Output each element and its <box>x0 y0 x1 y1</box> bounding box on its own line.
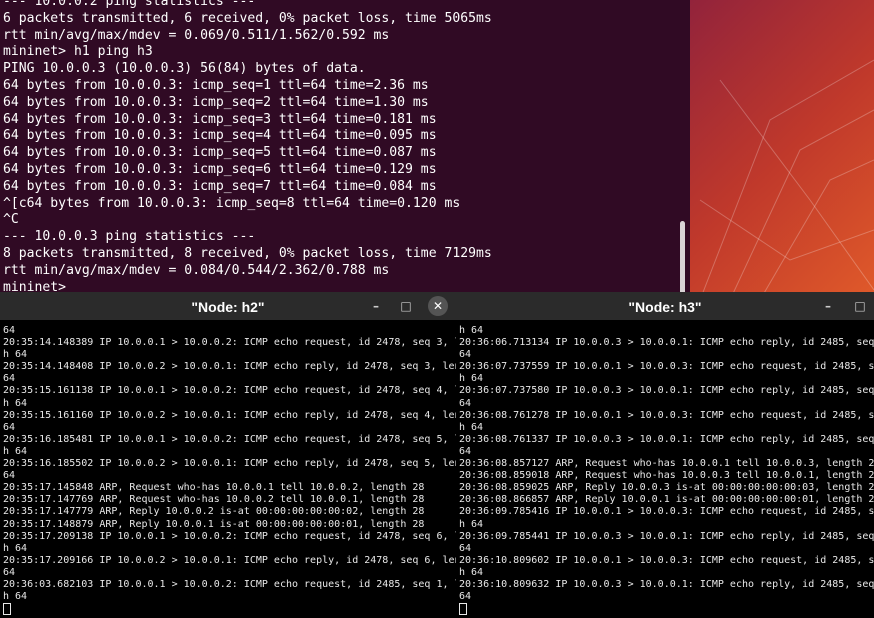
main-terminal-output: --- 10.0.0.2 ping statistics --- 6 packe… <box>0 0 690 296</box>
xterm-node-h3[interactable]: "Node: h3" – □ h 64 20:36:06.713134 IP 1… <box>456 292 874 618</box>
terminal-line: h 64 <box>3 591 28 603</box>
terminal-line: 64 <box>3 470 16 482</box>
terminal-line: 20:35:14.148389 IP 10.0.0.1 > 10.0.0.2: … <box>3 337 456 349</box>
terminal-line: ^[c64 bytes from 10.0.0.3: icmp_seq=8 tt… <box>3 195 461 211</box>
terminal-line: 20:35:16.185481 IP 10.0.0.1 > 10.0.0.2: … <box>3 433 456 445</box>
terminal-line: 64 bytes from 10.0.0.3: icmp_seq=1 ttl=6… <box>3 77 429 93</box>
terminal-line: 20:36:09.785441 IP 10.0.0.3 > 10.0.0.1: … <box>459 530 874 542</box>
h3-maximize-button[interactable]: □ <box>850 296 870 316</box>
terminal-line: 20:35:17.209138 IP 10.0.0.1 > 10.0.0.2: … <box>3 530 456 542</box>
terminal-line: 20:35:15.161160 IP 10.0.0.2 > 10.0.0.1: … <box>3 409 456 421</box>
terminal-line: h 64 <box>3 542 28 554</box>
h3-minimize-button[interactable]: – <box>818 296 838 316</box>
terminal-line: 64 bytes from 10.0.0.3: icmp_seq=3 ttl=6… <box>3 111 437 127</box>
terminal-line: 20:35:17.148879 ARP, Reply 10.0.0.1 is-a… <box>3 518 425 530</box>
terminal-line: 64 <box>3 325 16 336</box>
terminal-line: --- 10.0.0.2 ping statistics --- <box>3 0 256 9</box>
terminal-line: 64 <box>459 445 472 457</box>
terminal-line: 64 <box>3 373 16 385</box>
terminal-line: 20:36:09.785416 IP 10.0.0.1 > 10.0.0.3: … <box>459 506 874 518</box>
h2-titlebar[interactable]: "Node: h2" – □ ✕ <box>0 292 456 320</box>
terminal-line: rtt min/avg/max/mdev = 0.084/0.544/2.362… <box>3 262 390 278</box>
terminal-line: 20:36:08.761278 IP 10.0.0.1 > 10.0.0.3: … <box>459 409 874 421</box>
terminal-line: h 64 <box>459 373 484 385</box>
terminal-line: 20:35:16.185502 IP 10.0.0.2 > 10.0.0.1: … <box>3 458 456 470</box>
terminal-line: rtt min/avg/max/mdev = 0.069/0.511/1.562… <box>3 27 390 43</box>
terminal-line: PING 10.0.0.3 (10.0.0.3) 56(84) bytes of… <box>3 61 366 77</box>
terminal-line: 20:36:06.713134 IP 10.0.0.3 > 10.0.0.1: … <box>459 337 874 349</box>
xterm-node-h2[interactable]: "Node: h2" – □ ✕ 64 20:35:14.148389 IP 1… <box>0 292 456 618</box>
h2-window-title: "Node: h2" <box>191 299 265 315</box>
terminal-line: 64 bytes from 10.0.0.3: icmp_seq=7 ttl=6… <box>3 178 437 194</box>
terminal-line: h 64 <box>459 518 484 530</box>
terminal-line: h 64 <box>459 566 484 578</box>
terminal-line: 64 bytes from 10.0.0.3: icmp_seq=2 ttl=6… <box>3 94 429 110</box>
h3-terminal-content[interactable]: h 64 20:36:06.713134 IP 10.0.0.3 > 10.0.… <box>456 325 874 618</box>
terminal-line: 20:35:17.145848 ARP, Request who-has 10.… <box>3 482 425 494</box>
h3-window-title: "Node: h3" <box>628 299 702 315</box>
terminal-line: 20:36:07.737559 IP 10.0.0.1 > 10.0.0.3: … <box>459 361 874 373</box>
terminal-line: 64 bytes from 10.0.0.3: icmp_seq=5 ttl=6… <box>3 145 437 161</box>
terminal-line: h 64 <box>3 445 28 457</box>
terminal-line: 64 bytes from 10.0.0.3: icmp_seq=4 ttl=6… <box>3 128 437 144</box>
terminal-line: 20:36:10.809632 IP 10.0.0.3 > 10.0.0.1: … <box>459 578 874 590</box>
terminal-line: 20:35:17.147769 ARP, Request who-has 10.… <box>3 494 425 506</box>
terminal-line: 20:36:10.809602 IP 10.0.0.1 > 10.0.0.3: … <box>459 554 874 566</box>
terminal-line: 20:36:08.866857 ARP, Reply 10.0.0.1 is-a… <box>459 494 874 506</box>
h3-terminal-output: h 64 20:36:06.713134 IP 10.0.0.3 > 10.0.… <box>456 325 874 616</box>
terminal-line: --- 10.0.0.3 ping statistics --- <box>3 229 256 245</box>
terminal-line: mininet> h1 ping h3 <box>3 44 153 60</box>
terminal-line: 20:35:14.148408 IP 10.0.0.2 > 10.0.0.1: … <box>3 361 456 373</box>
terminal-line: 20:35:15.161138 IP 10.0.0.1 > 10.0.0.2: … <box>3 385 456 397</box>
terminal-cursor <box>3 603 11 616</box>
terminal-line: h 64 <box>459 325 484 336</box>
terminal-line: 64 <box>459 542 472 554</box>
h2-minimize-button[interactable]: – <box>366 296 386 316</box>
terminal-cursor <box>459 603 467 616</box>
terminal-line: 20:36:08.761337 IP 10.0.0.3 > 10.0.0.1: … <box>459 433 874 445</box>
terminal-line: 64 bytes from 10.0.0.3: icmp_seq=6 ttl=6… <box>3 161 437 177</box>
terminal-line: ^C <box>3 212 19 228</box>
terminal-line: 64 <box>3 421 16 433</box>
terminal-line: h 64 <box>3 349 28 361</box>
h2-close-button[interactable]: ✕ <box>428 296 448 316</box>
h3-titlebar[interactable]: "Node: h3" – □ <box>456 292 874 320</box>
terminal-line: 6 packets transmitted, 6 received, 0% pa… <box>3 10 492 26</box>
terminal-line: 8 packets transmitted, 8 received, 0% pa… <box>3 245 492 261</box>
terminal-line: 64 <box>459 349 472 361</box>
terminal-line: 64 <box>459 397 472 409</box>
terminal-line: 20:35:17.209166 IP 10.0.0.2 > 10.0.0.1: … <box>3 554 456 566</box>
terminal-line: 20:36:08.859018 ARP, Request who-has 10.… <box>459 470 874 482</box>
main-terminal-scrollbar[interactable] <box>680 221 685 297</box>
terminal-line: 64 <box>459 591 472 603</box>
terminal-line: 20:36:08.857127 ARP, Request who-has 10.… <box>459 458 874 470</box>
h2-maximize-button[interactable]: □ <box>396 296 416 316</box>
terminal-line: 20:36:08.859025 ARP, Reply 10.0.0.3 is-a… <box>459 482 874 494</box>
terminal-line: 20:36:07.737580 IP 10.0.0.3 > 10.0.0.1: … <box>459 385 874 397</box>
terminal-line: h 64 <box>3 397 28 409</box>
main-terminal[interactable]: --- 10.0.0.2 ping statistics --- 6 packe… <box>0 0 690 302</box>
terminal-line: 20:36:03.682103 IP 10.0.0.1 > 10.0.0.2: … <box>3 578 456 590</box>
h2-terminal-content[interactable]: 64 20:35:14.148389 IP 10.0.0.1 > 10.0.0.… <box>0 325 456 618</box>
h2-terminal-output: 64 20:35:14.148389 IP 10.0.0.1 > 10.0.0.… <box>0 325 456 616</box>
terminal-line: 20:35:17.147779 ARP, Reply 10.0.0.2 is-a… <box>3 506 425 518</box>
terminal-line: h 64 <box>459 421 484 433</box>
terminal-line: 64 <box>3 566 16 578</box>
